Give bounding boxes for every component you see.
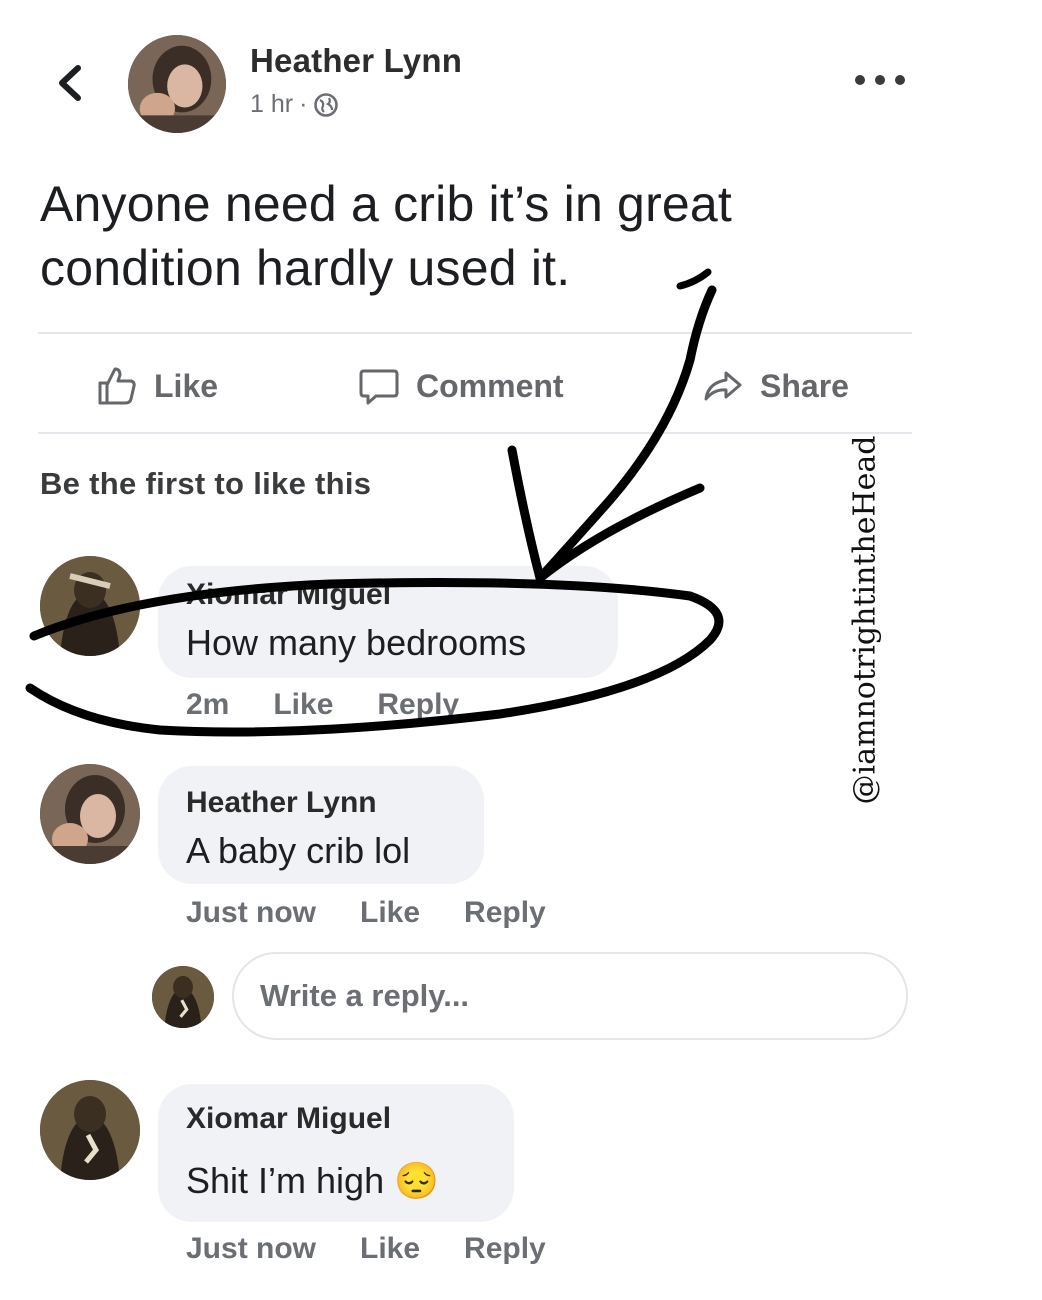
share-button[interactable]: Share: [700, 358, 849, 414]
current-user-avatar: [152, 966, 214, 1028]
comment-text: How many bedrooms: [186, 622, 527, 663]
watermark-text: @iamnotrightintheHead: [847, 435, 883, 805]
more-icon: [855, 75, 905, 85]
like-button[interactable]: Like: [94, 358, 218, 414]
comment-text: Shit I’m high: [186, 1160, 385, 1201]
ink-arrow-head: [507, 445, 705, 583]
avatar-photo-icon: [40, 1080, 140, 1180]
comment-author[interactable]: Xiomar Miguel: [186, 1102, 391, 1136]
more-options-button[interactable]: [852, 70, 908, 90]
commenter-avatar[interactable]: [40, 764, 140, 864]
comment-time[interactable]: Just now: [186, 896, 316, 930]
comment-like-link[interactable]: Like: [273, 688, 333, 722]
divider: [38, 432, 912, 434]
divider: [38, 332, 912, 334]
comment-time[interactable]: 2m: [186, 688, 229, 722]
share-arrow-icon: [704, 371, 742, 401]
author-name[interactable]: Heather Lynn: [250, 42, 462, 80]
commenter-avatar[interactable]: [40, 1080, 140, 1180]
post-time[interactable]: 1 hr: [250, 90, 293, 119]
thumbs-up-icon: [98, 367, 136, 405]
post-meta: 1 hr ·: [250, 90, 339, 119]
back-button[interactable]: [50, 58, 90, 108]
comment-like-link[interactable]: Like: [360, 1232, 420, 1266]
comment-reply-link[interactable]: Reply: [464, 1232, 546, 1266]
share-label: Share: [760, 367, 849, 404]
reactions-summary: Be the first to like this: [40, 466, 372, 501]
comment-author[interactable]: Xiomar Miguel: [186, 578, 391, 612]
comment-label: Comment: [416, 367, 564, 404]
avatar-photo-icon: [128, 35, 226, 133]
pensive-face-emoji: 😔: [394, 1160, 439, 1201]
comment-text-row: Shit I’m high 😔: [186, 1160, 439, 1202]
reply-placeholder: Write a reply...: [260, 978, 470, 1013]
meta-separator: ·: [299, 90, 308, 118]
like-label: Like: [154, 367, 219, 404]
avatar-photo-icon: [40, 556, 140, 656]
avatar-photo-icon: [40, 764, 140, 864]
post-body: Anyone need a crib it’s in great conditi…: [40, 176, 733, 296]
comment-button[interactable]: Comment: [356, 358, 564, 414]
comment-actions: Just now Like Reply: [186, 1232, 546, 1266]
globe-icon: [314, 92, 339, 117]
comment-like-link[interactable]: Like: [360, 896, 420, 930]
comment-text: A baby crib lol: [186, 830, 411, 871]
comment-actions: 2m Like Reply: [186, 688, 459, 722]
comment-author[interactable]: Heather Lynn: [186, 786, 377, 820]
author-avatar[interactable]: [128, 35, 226, 133]
watermark: @iamnotrightintheHead: [842, 436, 888, 805]
comment-icon: [359, 369, 399, 405]
comment-reply-link[interactable]: Reply: [464, 896, 546, 930]
comment-time[interactable]: Just now: [186, 1232, 316, 1266]
comment-reply-link[interactable]: Reply: [377, 688, 459, 722]
comment-actions: Just now Like Reply: [186, 896, 546, 930]
chevron-left-icon: [59, 65, 81, 101]
commenter-avatar[interactable]: [40, 556, 140, 656]
avatar-photo-icon: [152, 966, 214, 1028]
